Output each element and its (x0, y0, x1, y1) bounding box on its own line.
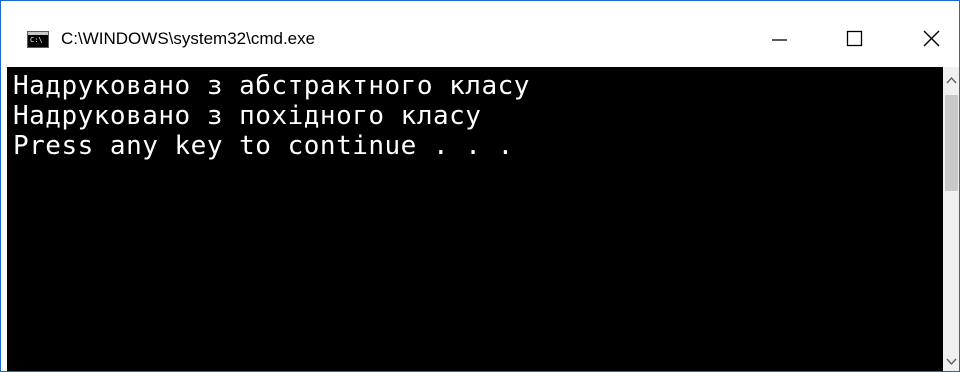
window-title: C:\WINDOWS\system32\cmd.exe (61, 29, 316, 48)
vertical-scrollbar[interactable] (943, 67, 959, 371)
scroll-thumb[interactable] (945, 95, 958, 191)
console-line: Press any key to continue . . . (13, 131, 514, 161)
scroll-down-button[interactable] (943, 351, 959, 371)
cmd-icon-text: C:\ (30, 36, 43, 44)
maximize-icon (846, 30, 863, 47)
cmd-icon-bar (28, 32, 48, 35)
scroll-down-arrow-icon (946, 358, 957, 366)
console-output[interactable]: Надруковано з абстрактного класу Надруко… (7, 67, 943, 371)
close-button[interactable] (909, 21, 953, 57)
console-line: Надруковано з похідного класу (13, 101, 482, 131)
minimize-icon (772, 39, 787, 41)
maximize-button[interactable] (833, 21, 877, 57)
minimize-button[interactable] (758, 21, 802, 57)
cmd-window: C:\ C:\WINDOWS\system32\cmd.exe Надруков… (0, 0, 960, 372)
console-line: Надруковано з абстрактного класу (13, 71, 530, 101)
close-icon (923, 30, 940, 47)
cmd-icon[interactable]: C:\ (27, 31, 49, 48)
scroll-up-button[interactable] (943, 69, 959, 91)
scroll-up-arrow-icon (946, 76, 957, 84)
title-bar[interactable]: C:\ C:\WINDOWS\system32\cmd.exe (1, 1, 959, 67)
